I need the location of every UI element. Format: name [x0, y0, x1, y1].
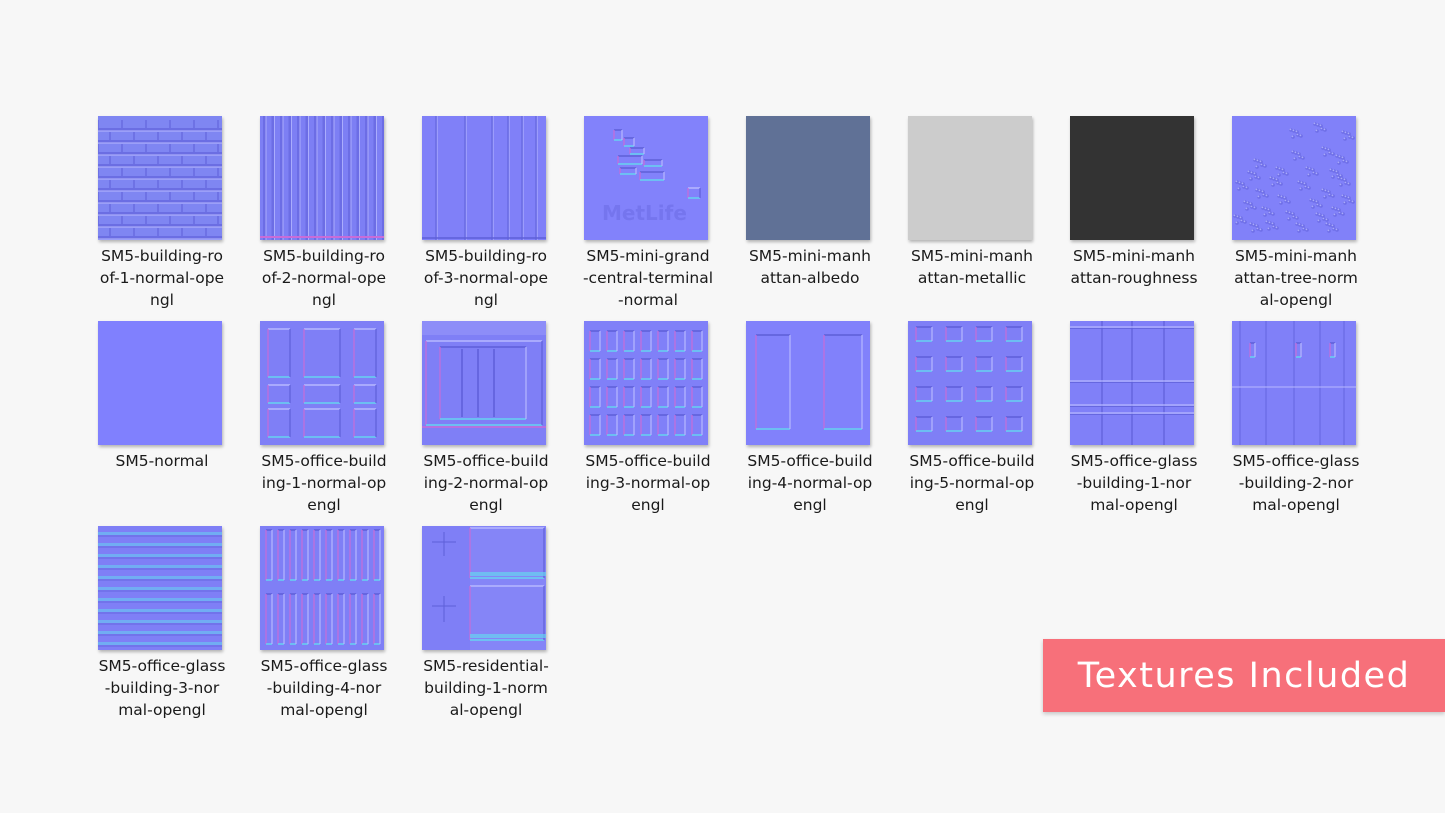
texture-filename: SM5-building-ro of-1-normal-ope ngl	[99, 247, 225, 309]
texture-thumbnail[interactable]	[260, 526, 384, 650]
texture-thumbnail[interactable]	[1232, 321, 1356, 445]
texture-thumbnail[interactable]	[1232, 116, 1356, 240]
texture-thumbnail[interactable]	[260, 321, 384, 445]
texture-filename: SM5-mini-manh attan-metallic	[910, 247, 1034, 287]
texture-filename: SM5-office-build ing-5-normal-op engl	[909, 452, 1035, 514]
texture-thumbnail[interactable]	[260, 116, 384, 240]
banner-text: Textures Included	[1077, 655, 1411, 696]
texture-filename: SM5-mini-manh attan-albedo	[748, 247, 872, 287]
texture-filename: SM5-office-build ing-1-normal-op engl	[261, 452, 387, 514]
texture-thumbnail[interactable]	[1070, 116, 1194, 240]
texture-filename: SM5-office-glass -building-4-nor mal-ope…	[260, 657, 388, 719]
texture-filename: SM5-mini-manh attan-roughness	[1070, 247, 1198, 287]
texture-thumbnail[interactable]	[746, 321, 870, 445]
svg-text:MetLife: MetLife	[602, 201, 687, 225]
texture-filename: SM5-office-glass -building-3-nor mal-ope…	[98, 657, 226, 719]
texture-thumbnail[interactable]	[584, 321, 708, 445]
texture-thumbnail[interactable]	[422, 526, 546, 650]
texture-thumbnail[interactable]	[98, 116, 222, 240]
texture-thumbnail[interactable]	[422, 321, 546, 445]
texture-thumbnail[interactable]	[746, 116, 870, 240]
texture-filename: SM5-office-glass -building-1-nor mal-ope…	[1070, 452, 1198, 514]
texture-thumbnail[interactable]	[98, 526, 222, 650]
texture-filename: SM5-office-glass -building-2-nor mal-ope…	[1232, 452, 1360, 514]
texture-thumbnail[interactable]	[98, 321, 222, 445]
texture-filename: SM5-building-ro of-2-normal-ope ngl	[261, 247, 387, 309]
textures-included-banner: Textures Included	[1043, 639, 1445, 712]
texture-filename: SM5-office-build ing-3-normal-op engl	[585, 452, 711, 514]
texture-filename: SM5-building-ro of-3-normal-ope ngl	[423, 247, 549, 309]
texture-filename: SM5-normal	[115, 452, 209, 470]
texture-thumbnail[interactable]: MetLife	[584, 116, 708, 240]
texture-filename: SM5-residential- building-1-norm al-open…	[423, 657, 549, 719]
texture-filename: SM5-office-build ing-2-normal-op engl	[423, 452, 549, 514]
texture-thumbnail[interactable]	[908, 321, 1032, 445]
texture-filename: SM5-mini-grand -central-terminal -normal	[582, 247, 714, 309]
texture-filename: SM5-mini-manh attan-tree-norm al-opengl	[1234, 247, 1358, 309]
texture-thumbnail[interactable]	[422, 116, 546, 240]
texture-filename: SM5-office-build ing-4-normal-op engl	[747, 452, 873, 514]
texture-thumbnail[interactable]	[1070, 321, 1194, 445]
texture-thumbnail[interactable]	[908, 116, 1032, 240]
